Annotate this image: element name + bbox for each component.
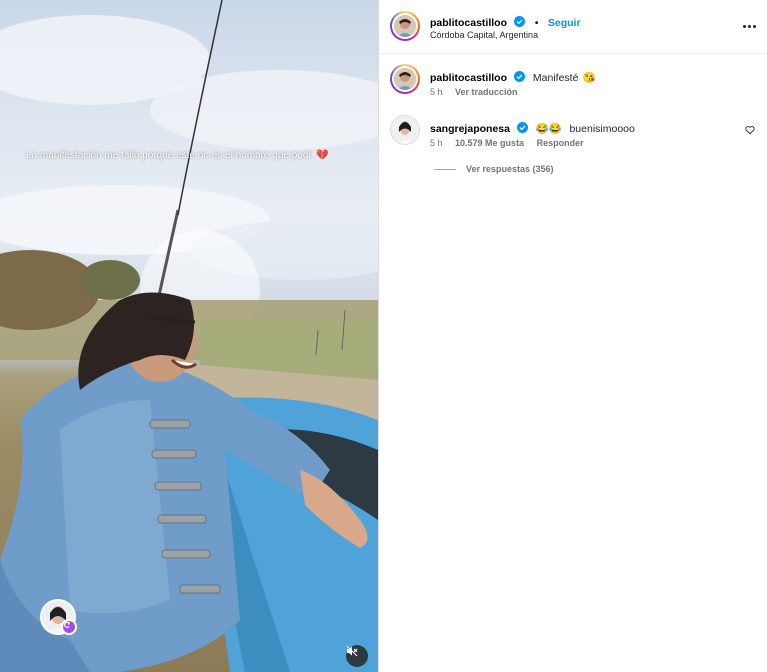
overlay-caption-text: La manifestación me falló porque este no…: [26, 150, 312, 161]
verified-badge-icon: [514, 71, 526, 82]
caption-line: pablitocastilloo Manifesté 😘: [430, 68, 596, 86]
collab-refresh-icon: [61, 619, 77, 635]
laughing-emoji: 😂😂: [535, 123, 563, 135]
author-avatar[interactable]: [390, 11, 420, 41]
header-username-row: pablitocastilloo • Seguir: [430, 13, 581, 31]
caption-username[interactable]: pablitocastilloo: [430, 72, 507, 84]
caption-author-avatar[interactable]: [390, 64, 420, 94]
caption-timestamp[interactable]: 5 h: [430, 87, 443, 97]
comment-text: buenisimoooo: [569, 123, 635, 135]
replies-line: [434, 168, 456, 170]
verified-badge-icon: [517, 122, 529, 133]
commenter-avatar[interactable]: [390, 115, 420, 145]
post-details-panel: pablitocastilloo • Seguir Córdoba Capita…: [379, 0, 767, 672]
commenter-username[interactable]: sangrejaponesa: [430, 123, 510, 135]
verified-badge-icon: [514, 16, 526, 27]
translate-button[interactable]: Ver traducción: [455, 87, 518, 97]
caption-meta: 5 h Ver traducción: [430, 87, 528, 97]
mute-button[interactable]: [346, 645, 368, 667]
view-replies-button[interactable]: Ver respuestas (356): [434, 164, 554, 174]
media-scene: [0, 0, 378, 672]
broken-heart-emoji: 💔: [315, 150, 329, 161]
kiss-emoji: 😘: [582, 72, 596, 84]
heart-like-icon[interactable]: [745, 125, 755, 135]
comment-like-count[interactable]: 10.579 Me gusta: [455, 138, 524, 148]
reply-button[interactable]: Responder: [537, 138, 584, 148]
post-media[interactable]: La manifestación me falló porque este no…: [0, 0, 378, 672]
comment-meta: 5 h 10.579 Me gusta Responder: [430, 138, 594, 148]
story-text-overlay: La manifestación me falló porque este no…: [26, 149, 356, 162]
post-location[interactable]: Córdoba Capital, Argentina: [430, 30, 538, 40]
follow-button[interactable]: Seguir: [548, 17, 581, 29]
caption-text: Manifesté: [532, 72, 579, 84]
comment-timestamp[interactable]: 5 h: [430, 138, 443, 148]
replies-label: Ver respuestas (356): [466, 164, 554, 174]
separator-dot: •: [534, 18, 539, 29]
muted-speaker-icon: [346, 645, 358, 657]
comment-line: sangrejaponesa 😂😂 buenisimoooo: [430, 119, 635, 137]
post-header: pablitocastilloo • Seguir Córdoba Capita…: [379, 0, 767, 54]
more-options-button[interactable]: [741, 18, 757, 34]
author-username[interactable]: pablitocastilloo: [430, 17, 507, 29]
more-horizontal-icon: [742, 24, 746, 28]
